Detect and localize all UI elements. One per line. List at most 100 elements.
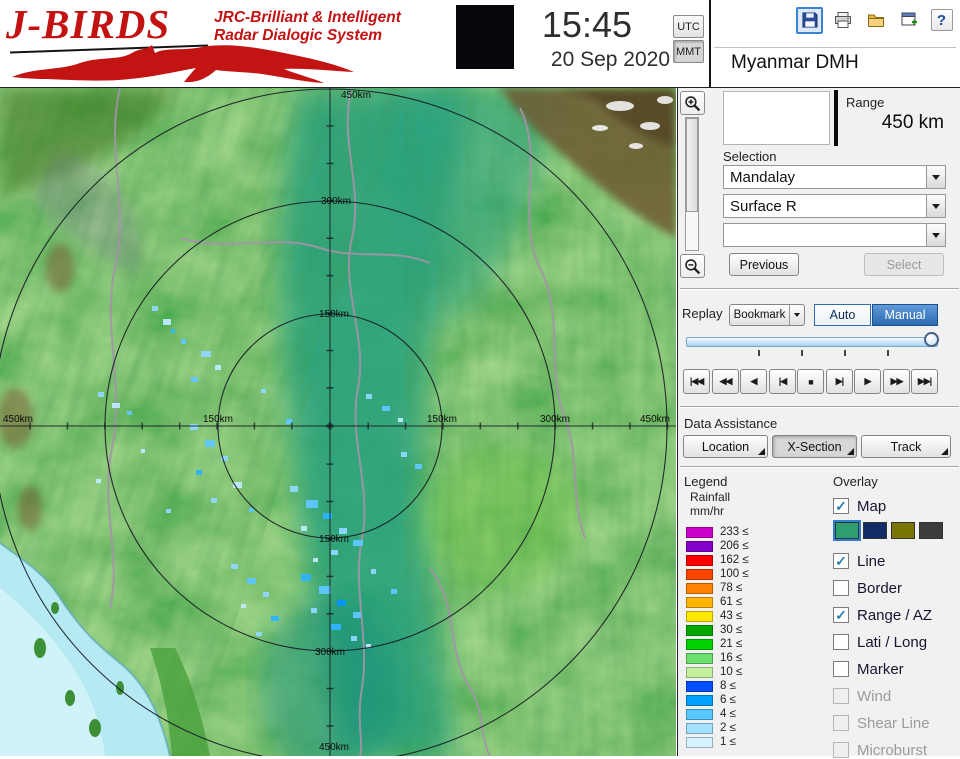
checkbox[interactable] (833, 498, 849, 514)
selection-label: Selection (723, 149, 777, 164)
legend-value: 233 ≤ (720, 526, 749, 538)
overlay-item-border[interactable]: Border (833, 579, 902, 597)
window-plus-icon (901, 12, 917, 26)
map-style-swatch-olive[interactable] (891, 522, 915, 539)
legend-color-swatch (686, 582, 713, 594)
data-assistance-label: Data Assistance (684, 416, 778, 431)
map-style-swatch-dark[interactable] (919, 522, 943, 539)
play-button[interactable]: ▶ (854, 369, 881, 394)
select-button[interactable]: Select (864, 253, 944, 276)
legend-item: 233 ≤ (686, 526, 749, 538)
xsection-button[interactable]: X-Section (772, 435, 857, 458)
zoom-in-button[interactable] (680, 91, 705, 115)
overlay-item-line[interactable]: Line (833, 552, 885, 570)
legend-value: 30 ≤ (720, 624, 743, 636)
play-reverse-button[interactable]: ◀ (740, 369, 767, 394)
ring-label: 450km (319, 742, 349, 753)
last-frame-button[interactable]: ▶▶| (911, 369, 938, 394)
replay-slider-track[interactable] (686, 337, 938, 347)
zoom-slider-track[interactable] (685, 117, 699, 251)
legend-item: 30 ≤ (686, 624, 742, 636)
map-style-row (833, 520, 943, 541)
legend-color-swatch (686, 610, 713, 622)
ring-label: 150km (427, 414, 457, 425)
radar-map-area[interactable]: 450km 300km 150km 150km 300km 450km 450k… (0, 88, 676, 756)
checkbox[interactable] (833, 634, 849, 650)
legend-color-swatch (686, 722, 713, 734)
legend-value: 43 ≤ (720, 610, 743, 622)
ring-label: 300km (321, 196, 351, 207)
help-button[interactable]: ? (928, 7, 955, 34)
save-button[interactable] (796, 6, 823, 34)
check-icon (835, 554, 847, 568)
dropdown-arrow-button[interactable] (926, 195, 945, 217)
checkbox[interactable] (833, 661, 849, 677)
location-button[interactable]: Location (683, 435, 768, 458)
bookmark-dropdown-arrow[interactable] (789, 305, 804, 325)
manual-button[interactable]: Manual (872, 304, 938, 326)
legend-item: 21 ≤ (686, 638, 742, 650)
dropdown-arrow-button[interactable] (926, 166, 945, 188)
legend-value: 1 ≤ (720, 736, 736, 748)
previous-button[interactable]: Previous (729, 253, 799, 276)
stop-button[interactable]: ■ (797, 369, 824, 394)
auto-button[interactable]: Auto (814, 304, 871, 326)
overlay-item-lati-long[interactable]: Lati / Long (833, 633, 927, 651)
product-dropdown[interactable]: Surface R (723, 194, 946, 218)
step-forward-button[interactable]: ▶| (826, 369, 853, 394)
legend-item: 1 ≤ (686, 736, 736, 748)
replay-label: Replay (682, 306, 723, 321)
header-divider (709, 0, 711, 87)
legend-value: 16 ≤ (720, 652, 743, 664)
map-style-swatch-navy[interactable] (863, 522, 887, 539)
fast-forward-button[interactable]: ▶▶ (883, 369, 910, 394)
ring-label: 150km (203, 414, 233, 425)
legend-item: 61 ≤ (686, 596, 742, 608)
overlay-item-range-az[interactable]: Range / AZ (833, 606, 932, 624)
header: J-BIRDS JRC-Brilliant & Intelligent Rada… (0, 0, 960, 87)
radar-map[interactable]: 450km 300km 150km 150km 300km 450km 450k… (0, 88, 676, 756)
legend-item: 8 ≤ (686, 680, 736, 692)
overlay-item-shear-line: Shear Line (833, 714, 930, 732)
track-button[interactable]: Track (861, 435, 951, 458)
legend-color-swatch (686, 596, 713, 608)
map-style-swatch-terrain[interactable] (833, 520, 861, 541)
checkbox[interactable] (833, 607, 849, 623)
track-label: Track (890, 439, 922, 454)
option-dropdown[interactable] (723, 223, 946, 247)
jbirds-app: J-BIRDS JRC-Brilliant & Intelligent Rada… (0, 0, 960, 759)
toolbar: ? (718, 5, 955, 35)
eagle-logo-icon (12, 45, 354, 83)
checkbox[interactable] (833, 553, 849, 569)
range-display-box (723, 91, 830, 145)
location-label: Location (701, 439, 750, 454)
legend-value: 162 ≤ (720, 554, 749, 566)
replay-slider-handle[interactable] (924, 332, 939, 347)
first-frame-button[interactable]: |◀◀ (683, 369, 710, 394)
zoom-slider-thumb[interactable] (686, 118, 698, 212)
legend-color-swatch (686, 554, 713, 566)
open-folder-button[interactable] (862, 7, 889, 34)
check-icon (835, 608, 847, 622)
overlay-item-map[interactable]: Map (833, 497, 886, 515)
clock-date: 20 Sep 2020 (550, 48, 670, 71)
zoom-out-button[interactable] (680, 254, 705, 278)
corner-triangle-icon (941, 448, 948, 455)
check-icon (835, 499, 847, 513)
legend-color-swatch (686, 638, 713, 650)
step-back-button[interactable]: |◀ (769, 369, 796, 394)
utc-button[interactable]: UTC (673, 15, 704, 38)
overlay-item-marker[interactable]: Marker (833, 660, 904, 678)
legend-title: Rainfall (690, 490, 731, 504)
dropdown-arrow-button[interactable] (926, 224, 945, 246)
checkbox[interactable] (833, 580, 849, 596)
station-divider (714, 47, 956, 48)
mmt-button[interactable]: MMT (673, 40, 704, 63)
new-window-button[interactable] (895, 7, 922, 34)
print-button[interactable] (829, 7, 856, 34)
checkbox (833, 688, 849, 704)
bookmark-button[interactable]: Bookmark (729, 304, 805, 326)
ring-label: 450km (3, 414, 33, 425)
fast-rewind-button[interactable]: ◀◀ (712, 369, 739, 394)
site-dropdown[interactable]: Mandalay (723, 165, 946, 189)
